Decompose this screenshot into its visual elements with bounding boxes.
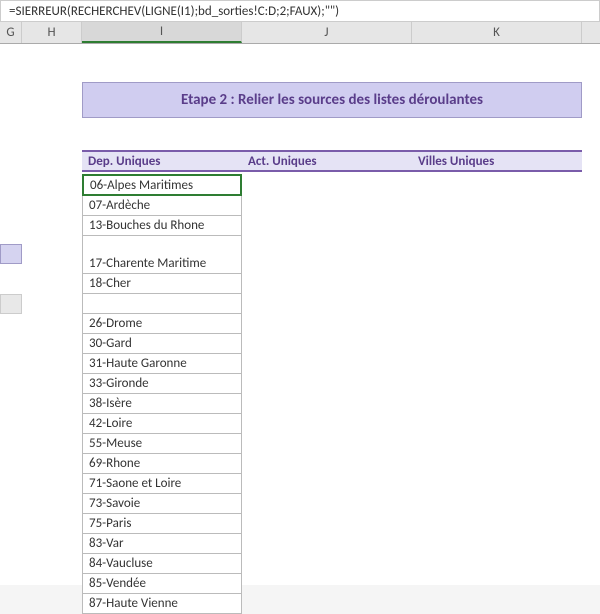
col-header-g[interactable]: G (0, 22, 22, 43)
cell[interactable]: 84-Vaucluse (82, 554, 242, 574)
header-villes[interactable]: Villes Uniques (412, 152, 582, 170)
cell[interactable]: 83-Var (82, 534, 242, 554)
col-header-k[interactable]: K (412, 22, 582, 43)
cell[interactable]: 71-Saone et Loire (82, 474, 242, 494)
col-header-i[interactable]: I (82, 22, 242, 43)
formula-text: =SIERREUR(RECHERCHEV(LIGNE(I1);bd_sortie… (9, 4, 339, 19)
cell-active[interactable]: 06-Alpes Maritimes (82, 174, 242, 196)
header-act[interactable]: Act. Uniques (242, 152, 412, 170)
cell[interactable]: 26-Drome (82, 314, 242, 334)
cell[interactable]: 73-Savoie (82, 494, 242, 514)
section-title: Etape 2 : Relier les sources des listes … (82, 82, 582, 118)
cell[interactable]: 85-Vendée (82, 574, 242, 594)
cell[interactable]: 33-Gironde (82, 374, 242, 394)
dep-column: 06-Alpes Maritimes 07-Ardèche 13-Bouches… (82, 174, 242, 614)
col-header-j[interactable]: J (242, 22, 412, 43)
left-fragment-cell-2[interactable] (0, 294, 22, 314)
spreadsheet-area[interactable]: Etape 2 : Relier les sources des listes … (0, 44, 600, 585)
cell[interactable] (82, 294, 242, 314)
cell[interactable]: 87-Haute Vienne (82, 594, 242, 614)
cell[interactable]: 17-Charente Maritime (82, 236, 242, 274)
col-header-h[interactable]: H (22, 22, 82, 43)
cell[interactable]: 30-Gard (82, 334, 242, 354)
column-headers: G H I J K (0, 22, 600, 44)
formula-bar[interactable]: =SIERREUR(RECHERCHEV(LIGNE(I1);bd_sortie… (0, 0, 600, 22)
cell[interactable]: 69-Rhone (82, 454, 242, 474)
cell[interactable]: 07-Ardèche (82, 196, 242, 216)
cell[interactable]: 13-Bouches du Rhone (82, 216, 242, 236)
table-header-row: Dep. Uniques Act. Uniques Villes Uniques (82, 150, 582, 172)
cell[interactable]: 31-Haute Garonne (82, 354, 242, 374)
header-dep[interactable]: Dep. Uniques (82, 152, 242, 170)
cell[interactable]: 55-Meuse (82, 434, 242, 454)
cell[interactable]: 42-Loire (82, 414, 242, 434)
title-text: Etape 2 : Relier les sources des listes … (181, 91, 483, 109)
cell[interactable]: 38-Isère (82, 394, 242, 414)
cell[interactable]: 18-Cher (82, 274, 242, 294)
left-fragment-cell[interactable] (0, 244, 22, 264)
cell[interactable]: 75-Paris (82, 514, 242, 534)
